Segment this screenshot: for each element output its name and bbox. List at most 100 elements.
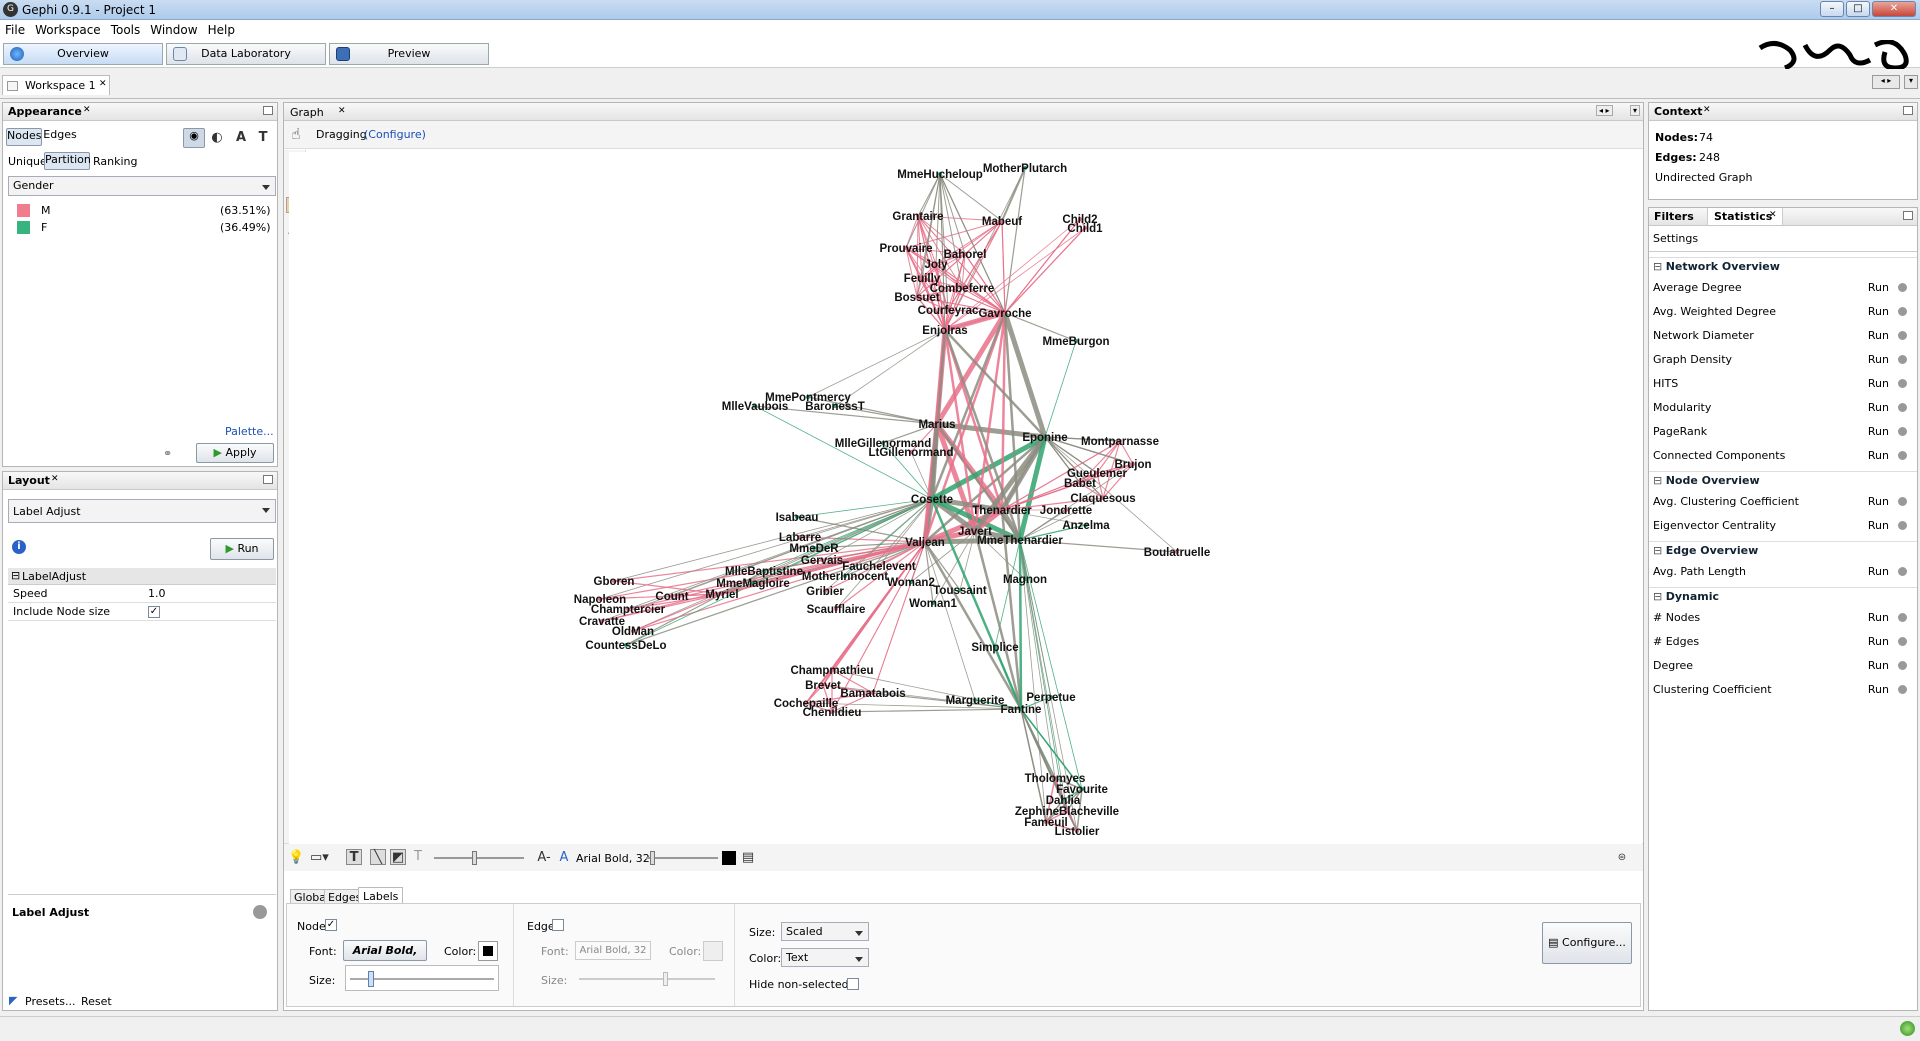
- node-size-slider-thumb[interactable]: [368, 971, 374, 987]
- stat-run-button[interactable]: Run: [1868, 305, 1889, 318]
- maximize-button[interactable]: □: [1846, 1, 1870, 17]
- stat-run-button[interactable]: Run: [1868, 683, 1889, 696]
- color-transform-button[interactable]: ◉: [183, 128, 205, 148]
- stat-run-button[interactable]: Run: [1868, 329, 1889, 342]
- close-statistics-icon[interactable]: ✕: [1769, 210, 1777, 220]
- edge-color-icon[interactable]: ◩: [390, 849, 406, 865]
- stat-run-button[interactable]: Run: [1868, 401, 1889, 414]
- node-label[interactable]: Babet: [1064, 478, 1096, 490]
- node-size-slider[interactable]: [345, 965, 499, 991]
- node-label-color-button[interactable]: [478, 941, 498, 961]
- stat-section-header[interactable]: Dynamic: [1653, 590, 1719, 603]
- node-label[interactable]: Anzelma: [1062, 520, 1110, 532]
- font-decrease-icon[interactable]: A-: [536, 850, 552, 866]
- overview-mode-button[interactable]: Overview: [3, 43, 163, 65]
- stat-run-button[interactable]: Run: [1868, 353, 1889, 366]
- close-appearance-icon[interactable]: ✕: [83, 105, 91, 115]
- node-label[interactable]: Gribier: [806, 586, 844, 598]
- label-color-icon[interactable]: A: [233, 130, 249, 146]
- node-label[interactable]: Enjolras: [922, 325, 967, 337]
- presets-button[interactable]: Presets...: [25, 995, 76, 1008]
- show-labels-icon[interactable]: T: [346, 849, 362, 865]
- node-label[interactable]: Claquesous: [1070, 493, 1135, 505]
- node-label[interactable]: Champtercier: [591, 604, 666, 616]
- apply-button[interactable]: ▶ Apply: [196, 443, 274, 463]
- minimize-button[interactable]: –: [1820, 1, 1844, 17]
- node-label[interactable]: Prouvaire: [879, 243, 932, 255]
- stat-run-button[interactable]: Run: [1868, 659, 1889, 672]
- light-bulb-icon[interactable]: 💡: [288, 850, 304, 866]
- node-label[interactable]: Gervais: [801, 555, 843, 567]
- stat-run-button[interactable]: Run: [1868, 611, 1889, 624]
- node-label[interactable]: MlleBaptistine: [725, 566, 803, 578]
- subtab-partition[interactable]: Partition: [44, 152, 91, 170]
- node-label[interactable]: MotherInnocent: [802, 571, 888, 583]
- node-label[interactable]: Thenardier: [972, 505, 1032, 517]
- node-label[interactable]: BaronessT: [805, 401, 864, 413]
- font-scale-slider[interactable]: [646, 851, 718, 865]
- close-graph-tab-icon[interactable]: ✕: [338, 106, 346, 116]
- size-transform-icon[interactable]: ◐: [209, 130, 225, 146]
- tab-edges[interactable]: Edges: [42, 128, 78, 146]
- graph-tab-list[interactable]: ▾: [1630, 105, 1641, 116]
- node-label[interactable]: Valjean: [905, 537, 945, 549]
- palette-link[interactable]: Palette...: [225, 425, 274, 438]
- workspace-tab[interactable]: Workspace 1 ✕: [2, 75, 110, 95]
- node-label[interactable]: Courfeyrac: [918, 305, 979, 317]
- node-label[interactable]: Jondrette: [1040, 505, 1092, 517]
- include-node-size-checkbox[interactable]: ✓: [148, 606, 160, 618]
- subtab-unique[interactable]: Unique: [8, 155, 47, 168]
- node-label[interactable]: Isabeau: [776, 512, 819, 524]
- node-label[interactable]: Myriel: [705, 589, 738, 601]
- stat-section-header[interactable]: Network Overview: [1653, 260, 1780, 273]
- node-label[interactable]: Gboren: [594, 576, 635, 588]
- graph-tab-scroll[interactable]: ◂ ▸: [1596, 105, 1613, 116]
- attribute-select[interactable]: Gender: [8, 176, 276, 196]
- info-icon[interactable]: i: [12, 540, 26, 554]
- layout-algorithm-select[interactable]: Label Adjust: [8, 499, 276, 523]
- node-label[interactable]: Magnon: [1003, 574, 1047, 586]
- menu-window[interactable]: Window: [145, 20, 202, 37]
- graph-tab[interactable]: Graph: [290, 106, 324, 119]
- node-label[interactable]: Bamatabois: [840, 688, 905, 700]
- speed-value[interactable]: 1.0: [148, 587, 166, 600]
- node-label[interactable]: Bossuet: [894, 292, 940, 304]
- collapse-toolbar-icon[interactable]: ⊜: [1614, 850, 1630, 866]
- node-label[interactable]: Perpetue: [1026, 692, 1075, 704]
- color-mode-select[interactable]: Text: [781, 948, 869, 967]
- node-label[interactable]: CountessDeLo: [585, 640, 666, 652]
- font-label[interactable]: Arial Bold, 32: [576, 852, 650, 865]
- node-label[interactable]: Count: [655, 591, 688, 603]
- node-label[interactable]: LtGillenormand: [869, 447, 954, 459]
- partition-swatch-m[interactable]: [17, 204, 30, 217]
- edge-labels-checkbox[interactable]: [552, 919, 564, 931]
- tab-filters[interactable]: Filters: [1654, 210, 1694, 223]
- stat-run-button[interactable]: Run: [1868, 377, 1889, 390]
- minimize-panel-icon[interactable]: [263, 475, 273, 484]
- node-label[interactable]: Listolier: [1055, 826, 1100, 838]
- hide-non-selected-checkbox[interactable]: [847, 978, 859, 990]
- node-label[interactable]: Boulatruelle: [1144, 547, 1210, 559]
- size-mode-select[interactable]: Scaled: [781, 922, 869, 941]
- close-context-icon[interactable]: ✕: [1703, 105, 1711, 115]
- stat-run-button[interactable]: Run: [1868, 565, 1889, 578]
- stat-run-button[interactable]: Run: [1868, 495, 1889, 508]
- node-label[interactable]: Woman2: [887, 577, 935, 589]
- minimize-panel-icon[interactable]: [263, 106, 273, 115]
- font-increase-icon[interactable]: A: [556, 850, 572, 866]
- node-label[interactable]: Bahorel: [944, 249, 987, 261]
- label-attributes-icon[interactable]: ▤: [740, 850, 756, 866]
- stat-run-button[interactable]: Run: [1868, 281, 1889, 294]
- tab-scroll-buttons[interactable]: ◂ ▸: [1872, 75, 1900, 89]
- data-laboratory-mode-button[interactable]: Data Laboratory: [166, 43, 326, 65]
- node-label[interactable]: Champmathieu: [790, 665, 873, 677]
- subtab-ranking[interactable]: Ranking: [93, 155, 138, 168]
- node-label[interactable]: Marguerite: [946, 695, 1005, 707]
- node-label[interactable]: MmeThenardier: [977, 535, 1063, 547]
- stat-run-button[interactable]: Run: [1868, 425, 1889, 438]
- node-label[interactable]: Scaufflaire: [807, 604, 866, 616]
- node-label[interactable]: Cosette: [911, 494, 953, 506]
- stat-run-button[interactable]: Run: [1868, 519, 1889, 532]
- minimize-panel-icon[interactable]: [1903, 211, 1913, 220]
- label-color-swatch[interactable]: [722, 851, 736, 865]
